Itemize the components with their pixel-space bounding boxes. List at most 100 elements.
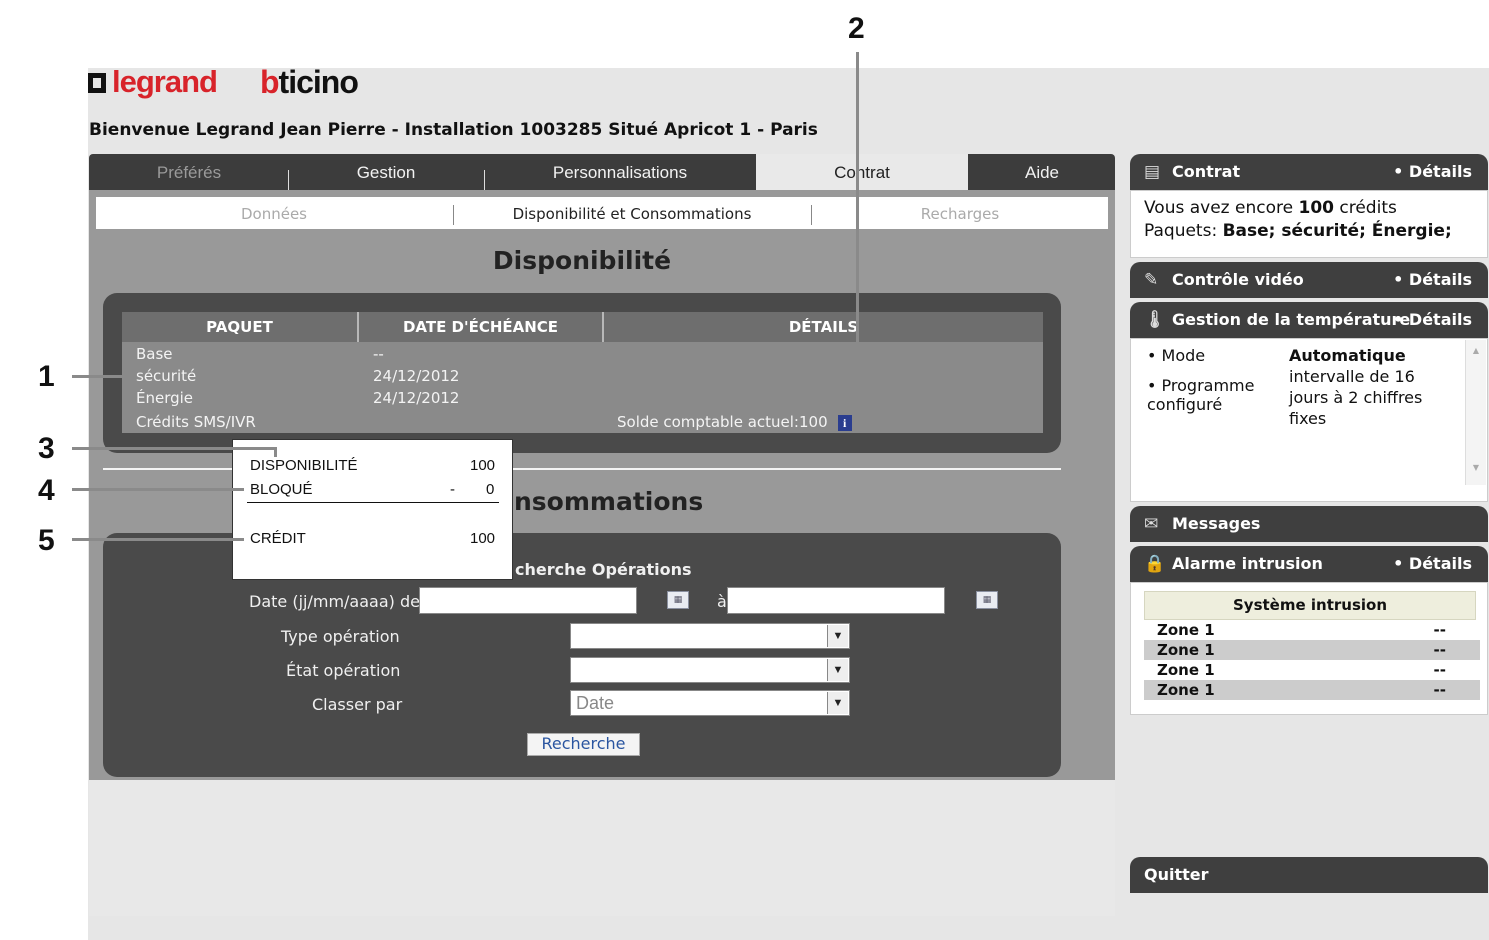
header-date: DATE D'ÉCHÉANCE <box>402 318 559 336</box>
date-to-label: à <box>717 592 727 611</box>
row-package: Base <box>136 345 173 363</box>
messages-widget-header[interactable]: ✉ Messages <box>1130 506 1488 542</box>
document-icon: ▤ <box>1144 162 1161 182</box>
popup-blocked-value: 0 <box>486 481 495 498</box>
main-tab-bar: Préférés Gestion Personnalisations Contr… <box>89 154 1115 190</box>
messages-title: Messages <box>1172 514 1261 533</box>
subtab-disponibilite[interactable]: Disponibilité et Consommations <box>454 197 810 229</box>
sort-by-label: Classer par <box>312 695 403 714</box>
alarm-title: Alarme intrusion <box>1172 554 1323 573</box>
welcome-text: Bienvenue Legrand Jean Pierre - Installa… <box>89 120 818 140</box>
program-label-2: configuré <box>1147 395 1223 414</box>
temperature-title: Gestion de la température <box>1172 310 1411 329</box>
availability-table-header: PAQUET DATE D'ÉCHÉANCE DÉTAILS <box>122 312 1043 342</box>
zone-row: Zone 1 -- <box>1144 620 1480 640</box>
tab-contrat[interactable]: Contrat <box>756 154 968 190</box>
mode-label: • Mode <box>1147 346 1206 365</box>
header-details: DÉTAILS <box>788 318 859 336</box>
video-widget-header: ✎ Contrôle vidéo • Détails <box>1130 262 1488 298</box>
availability-title: Disponibilité <box>492 246 672 275</box>
chevron-down-icon: ▼ <box>827 692 848 714</box>
callout-line <box>72 375 132 378</box>
temperature-widget-header: 🌡 Gestion de la température • Détails <box>1130 302 1488 338</box>
callout-line <box>856 52 859 414</box>
popup-credit-label: CRÉDIT <box>250 530 306 547</box>
tab-gestion[interactable]: Gestion <box>289 154 483 190</box>
callout-2: 2 <box>848 12 865 45</box>
tab-personnalisations[interactable]: Personnalisations <box>485 154 755 190</box>
temperature-details-link[interactable]: • Détails <box>1393 302 1472 338</box>
alarm-details-link[interactable]: • Détails <box>1393 546 1472 582</box>
sub-tab-bar: Données Disponibilité et Consommations R… <box>96 197 1108 229</box>
intrusion-system-label: Système intrusion <box>1144 591 1476 620</box>
sms-credits-label: Crédits SMS/IVR <box>136 413 256 431</box>
row-package: sécurité <box>136 367 197 385</box>
callout-line <box>72 488 244 491</box>
contract-widget-header: ▤ Contrat • Détails <box>1130 154 1488 190</box>
program-value-2: jours à 2 chiffres <box>1289 388 1423 407</box>
search-operations-title: cherche Opérations <box>515 560 692 579</box>
consumptions-title: nsommations <box>514 487 704 516</box>
callout-4: 4 <box>38 474 55 507</box>
tab-aide[interactable]: Aide <box>969 154 1115 190</box>
info-icon[interactable]: i <box>837 415 852 431</box>
popup-availability-value: 100 <box>470 457 496 474</box>
legrand-logo: legrand <box>88 64 218 100</box>
temperature-scrollbar[interactable]: ▲ ▼ <box>1465 340 1486 485</box>
row-date: -- <box>373 345 384 363</box>
content-panel-lower <box>89 780 1115 916</box>
subtab-donnees[interactable]: Données <box>96 197 452 229</box>
popup-credit-value: 100 <box>470 530 496 547</box>
contract-title: Contrat <box>1172 162 1241 181</box>
operation-state-label: État opération <box>286 661 401 680</box>
mode-value: Automatique <box>1289 346 1406 365</box>
callout-line <box>72 538 244 541</box>
callout-line <box>72 447 277 450</box>
callout-line <box>274 447 277 457</box>
quit-button[interactable]: Quitter <box>1130 857 1488 893</box>
date-from-input[interactable] <box>419 587 637 614</box>
video-details-link[interactable]: • Détails <box>1393 262 1472 298</box>
operation-type-label: Type opération <box>281 627 400 646</box>
contract-details-link[interactable]: • Détails <box>1393 154 1472 190</box>
scroll-down-icon[interactable]: ▼ <box>1466 463 1486 472</box>
tab-preferes[interactable]: Préférés <box>89 154 289 190</box>
callout-1: 1 <box>38 360 55 393</box>
date-from-label: Date (jj/mm/aaaa) de <box>249 592 420 611</box>
callout-5: 5 <box>38 524 55 557</box>
scroll-up-icon[interactable]: ▲ <box>1466 346 1486 355</box>
calendar-icon[interactable]: ▦ <box>667 591 689 609</box>
bticino-logo: bticino <box>260 64 359 100</box>
alarm-widget-header: 🔒 Alarme intrusion • Détails <box>1130 546 1488 582</box>
popup-blocked-sign: - <box>450 481 455 498</box>
credits-text: Vous avez encore 100 crédits <box>1144 198 1397 218</box>
program-value-3: fixes <box>1289 409 1327 428</box>
date-to-input[interactable] <box>727 587 945 614</box>
row-date: 24/12/2012 <box>373 389 460 407</box>
zone-row: Zone 1 -- <box>1144 680 1480 700</box>
lock-icon: 🔒 <box>1144 554 1166 574</box>
operation-type-select[interactable]: ▼ <box>570 623 850 649</box>
search-button[interactable]: Recherche <box>527 733 640 756</box>
envelope-icon: ✉ <box>1144 514 1159 534</box>
zone-row: Zone 1 -- <box>1144 660 1480 680</box>
callout-3: 3 <box>38 432 55 465</box>
operation-state-select[interactable]: ▼ <box>570 657 850 683</box>
program-label: • Programme <box>1147 376 1255 395</box>
calendar-icon[interactable]: ▦ <box>976 591 998 609</box>
video-title: Contrôle vidéo <box>1172 270 1304 289</box>
header-package: PAQUET <box>206 318 273 336</box>
row-package: Énergie <box>136 389 194 407</box>
quit-label: Quitter <box>1144 865 1209 884</box>
camera-icon: ✎ <box>1144 270 1159 290</box>
chevron-down-icon: ▼ <box>827 659 848 681</box>
chevron-down-icon: ▼ <box>827 625 848 647</box>
balance-text: Solde comptable actuel:100 i <box>617 413 852 431</box>
popup-blocked-label: BLOQUÉ <box>250 481 313 498</box>
popup-availability-label: DISPONIBILITÉ <box>250 457 358 474</box>
thermometer-icon: 🌡 <box>1144 310 1166 330</box>
program-value-1: intervalle de 16 <box>1289 367 1415 386</box>
sort-by-select[interactable]: Date ▼ <box>570 690 850 716</box>
row-date: 24/12/2012 <box>373 367 460 385</box>
packages-text: Paquets: Base; sécurité; Énergie; <box>1144 221 1452 241</box>
